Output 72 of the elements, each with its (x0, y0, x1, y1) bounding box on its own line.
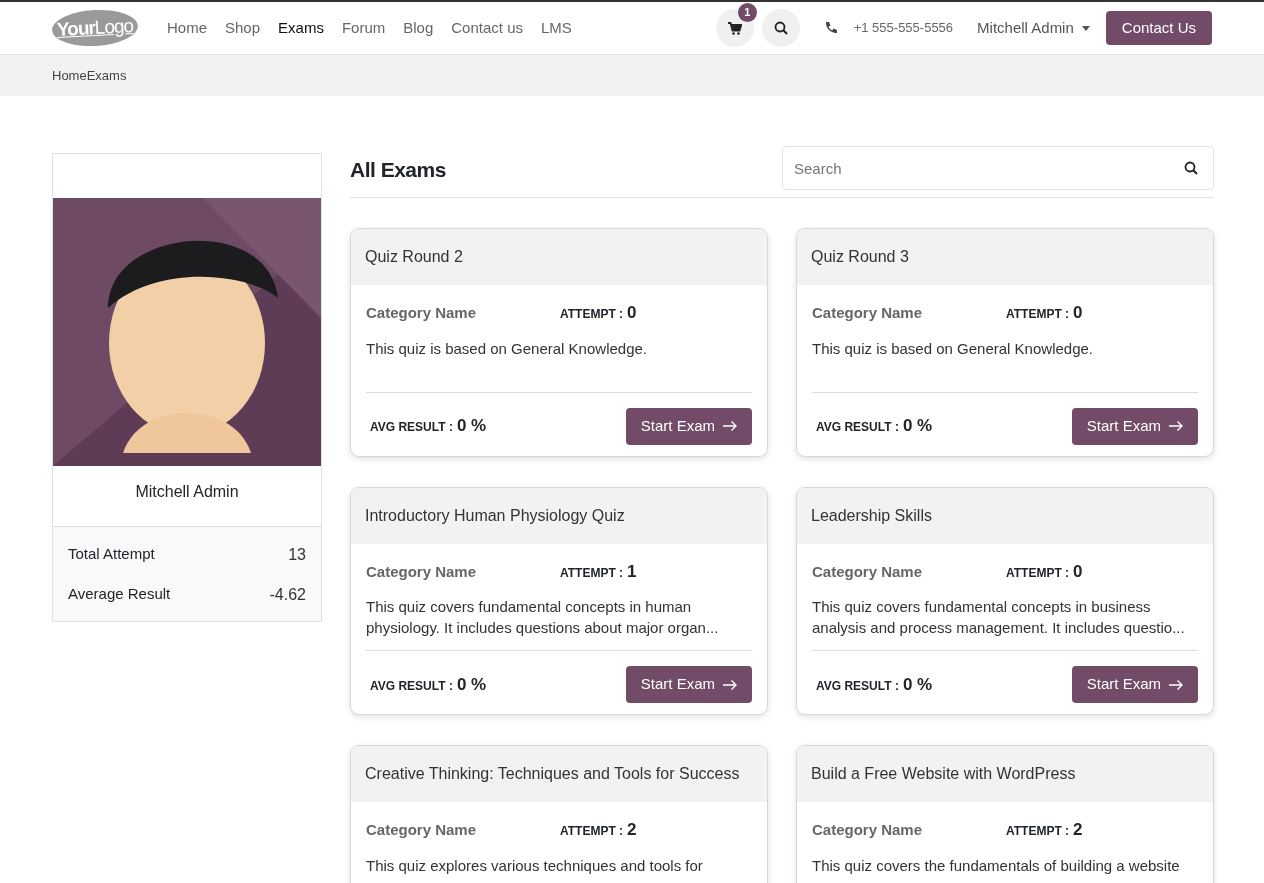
nav-link[interactable]: Home (162, 16, 212, 40)
exam-title: Build a Free Website with WordPress (797, 746, 1213, 802)
phone-number: +1 555-555-5556 (853, 19, 954, 38)
exam-title: Creative Thinking: Techniques and Tools for Success (351, 746, 767, 802)
attempt-count: 2 (1073, 819, 1083, 841)
cart-count-badge: 1 (737, 3, 757, 22)
exam-title: Quiz Round 2 (351, 229, 767, 285)
avg-result-value: 0 % (456, 673, 487, 696)
nav-link[interactable]: Contact us (446, 16, 528, 40)
contact-us-button[interactable]: Contact Us (1105, 10, 1212, 46)
exam-description: This quiz covers the fundamentals of building a website (812, 855, 1181, 876)
search-icon (1184, 161, 1198, 175)
search-button[interactable] (761, 9, 800, 47)
exam-title: Quiz Round 3 (797, 229, 1213, 285)
attempt-count: 0 (627, 302, 637, 324)
avg-result-label: AVG RESULT : (816, 677, 899, 695)
exam-title: Leadership Skills (797, 487, 1213, 544)
category-name: Category Name (812, 561, 924, 582)
avg-result-value: 0 % (902, 673, 933, 696)
category-name: Category Name (812, 820, 924, 840)
exam-description: This quiz explores various techniques and tools for (366, 855, 704, 876)
start-exam-button[interactable]: Start Exam (1071, 407, 1198, 445)
attempt-label: ATTEMPT : (1006, 306, 1070, 323)
attempt-label: ATTEMPT : (560, 306, 624, 323)
exam-description: This quiz covers fundamental concepts in human physiology. It includes questions about major organ... (366, 597, 720, 638)
category-name: Category Name (812, 303, 924, 323)
avg-result-label: AVG RESULT : (370, 419, 453, 437)
attempt-count: 0 (1073, 302, 1083, 324)
page-title: All Exams (350, 157, 446, 183)
avg-result-value: 0 % (456, 415, 487, 438)
category-name: Category Name (366, 561, 478, 582)
cart-button[interactable] (715, 9, 754, 47)
search-field[interactable]: Search (782, 146, 1214, 190)
category-name: Category Name (366, 820, 478, 840)
attempt-label: ATTEMPT : (1006, 823, 1070, 840)
attempt-label: ATTEMPT : (560, 564, 624, 582)
exam-description: This quiz is based on General Knowledge. (812, 338, 1094, 359)
category-name: Category Name (366, 303, 478, 323)
attempt-count: 2 (627, 819, 637, 841)
user-menu[interactable]: Mitchell Admin (977, 16, 1090, 40)
attempt-label: ATTEMPT : (1006, 564, 1070, 582)
stat-label: Total Attempt (68, 544, 155, 564)
caret-icon (1081, 25, 1090, 31)
exam-title: Introductory Human Physiology Quiz (351, 487, 767, 544)
arrow-right-icon (723, 420, 737, 432)
search-icon (773, 21, 788, 35)
nav-link[interactable]: Exams (273, 16, 329, 40)
nav-link[interactable]: Shop (220, 16, 266, 40)
avg-result-label: AVG RESULT : (370, 677, 453, 695)
nav-link[interactable]: Blog (398, 16, 439, 40)
arrow-right-icon (1169, 678, 1183, 691)
cart-icon (727, 21, 742, 35)
attempt-count: 1 (627, 560, 637, 583)
stat-label: Average Result (68, 584, 171, 604)
exam-description: This quiz covers fundamental concepts in business analysis and process management. It includes questio... (812, 597, 1186, 638)
breadcrumb-link[interactable]: Home (52, 65, 87, 86)
stat-value: -4.62 (269, 585, 306, 605)
phone-icon (823, 21, 838, 35)
avg-result-label: AVG RESULT : (816, 419, 899, 437)
nav-link[interactable]: Forum (336, 16, 391, 40)
start-exam-button[interactable]: Start Exam (1071, 666, 1198, 703)
start-exam-button[interactable]: Start Exam (625, 407, 752, 445)
breadcrumb-link[interactable]: Exams (86, 65, 127, 86)
exam-description: This quiz is based on General Knowledge. (366, 338, 648, 359)
attempt-label: ATTEMPT : (560, 823, 624, 840)
nav-link[interactable]: LMS (536, 16, 577, 40)
stat-value: 13 (288, 545, 306, 565)
arrow-right-icon (723, 678, 737, 691)
start-exam-button[interactable]: Start Exam (625, 666, 752, 703)
attempt-count: 0 (1073, 560, 1083, 583)
avg-result-value: 0 % (902, 415, 933, 438)
arrow-right-icon (1169, 420, 1183, 432)
